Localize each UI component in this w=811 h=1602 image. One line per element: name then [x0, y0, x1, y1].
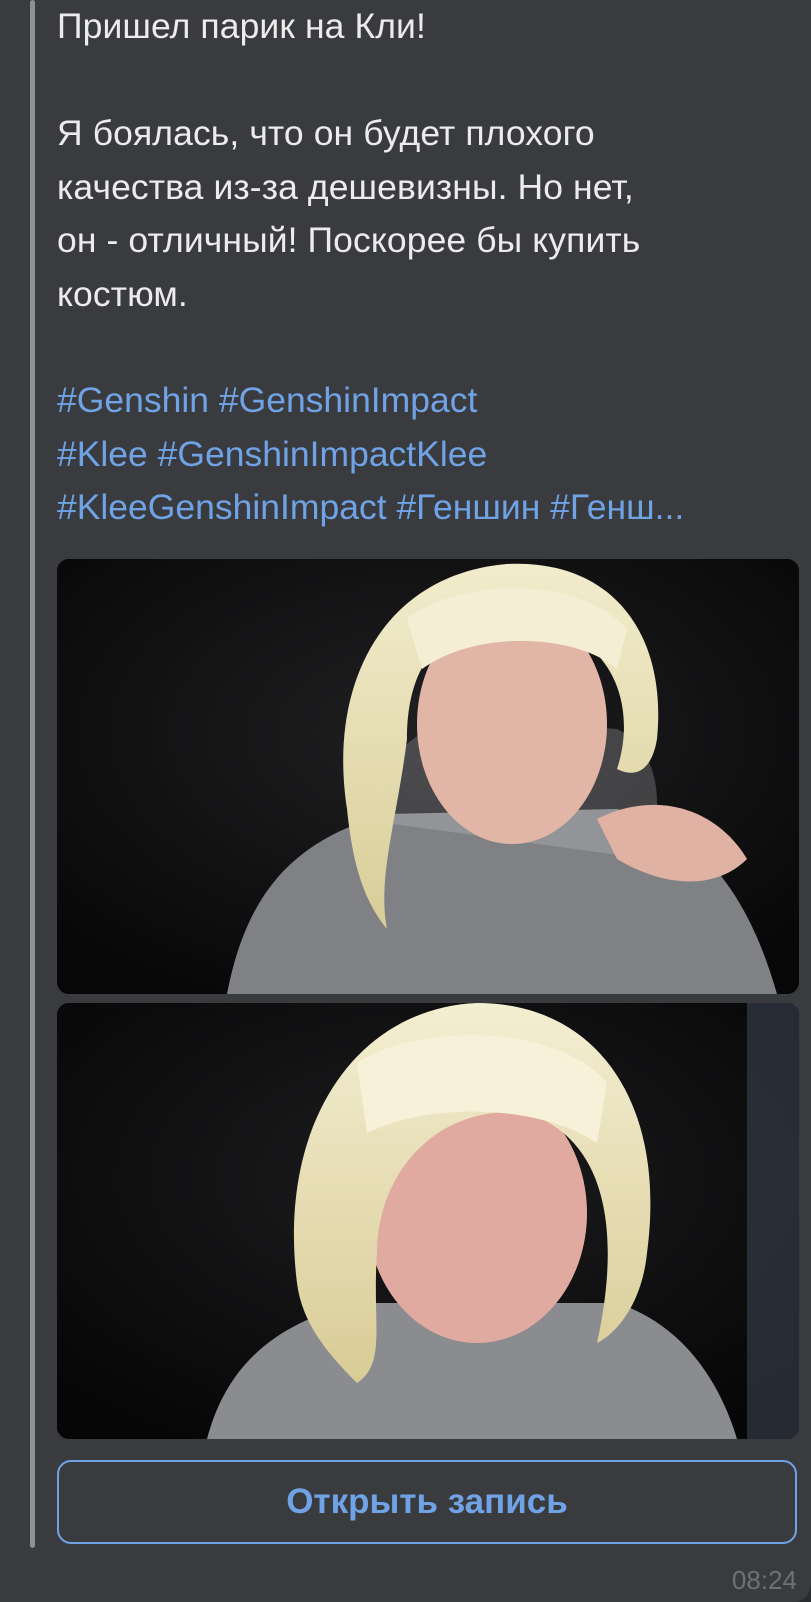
hashtag-link[interactable]: #Геншин [396, 487, 540, 527]
post-photo-1[interactable] [57, 559, 799, 994]
hashtag-link[interactable]: #Klee [57, 434, 148, 474]
open-post-button[interactable]: Открыть запись [57, 1460, 797, 1544]
post-photo-2[interactable] [57, 1003, 799, 1439]
hashtag-link[interactable]: #GenshinImpact [219, 380, 478, 420]
message-bubble: Пришел парик на Кли! Я боялась, что он б… [0, 0, 811, 1602]
quote-bar [30, 0, 35, 1548]
hashtag-line-2: #Klee #GenshinImpactKlee [57, 428, 797, 482]
hashtag-link[interactable]: #Генш... [550, 487, 684, 527]
hashtag-link[interactable]: #GenshinImpactKlee [158, 434, 488, 474]
photo-1-image [57, 559, 799, 994]
message-timestamp: 08:24 [731, 1565, 797, 1595]
photo-2-image [57, 1003, 799, 1439]
hashtag-line-3: #KleeGenshinImpact #Геншин #Генш... [57, 481, 797, 535]
hashtag-link[interactable]: #Genshin [57, 380, 209, 420]
post-title: Пришел парик на Кли! [57, 6, 426, 46]
hashtags: #Genshin #GenshinImpact #Klee #GenshinIm… [57, 374, 797, 535]
hashtag-link[interactable]: #KleeGenshinImpact [57, 487, 387, 527]
open-post-button-label: Открыть запись [286, 1482, 568, 1521]
post-text: Пришел парик на Кли! Я боялась, что он б… [57, 0, 787, 321]
hashtag-line-1: #Genshin #GenshinImpact [57, 374, 797, 428]
post-body: Я боялась, что он будет плохого качества… [57, 113, 641, 314]
